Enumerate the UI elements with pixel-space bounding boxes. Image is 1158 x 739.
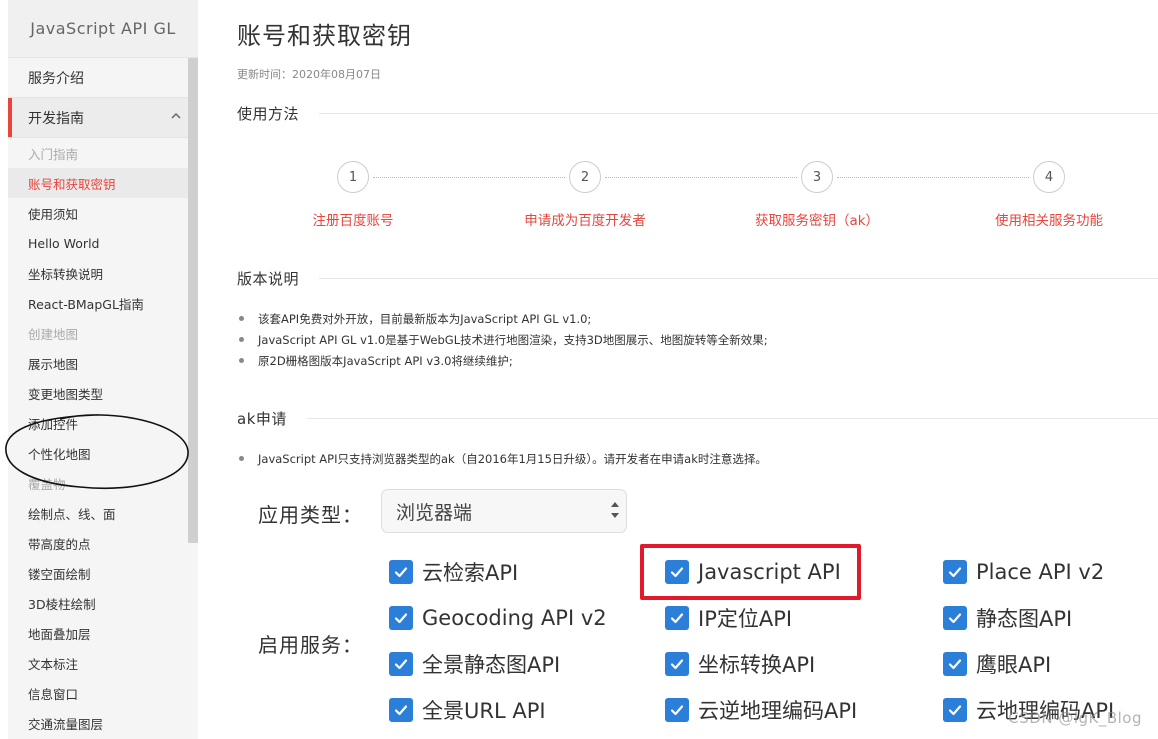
- sidebar-item[interactable]: 个性化地图: [8, 438, 198, 468]
- sidebar-item[interactable]: 交通流量图层: [8, 708, 198, 738]
- service-label: 云逆地理编码API: [698, 699, 858, 723]
- sidebar-item[interactable]: 绘制点、线、面: [8, 498, 198, 528]
- step-label[interactable]: 获取服务密钥（ak）: [717, 209, 917, 229]
- service-option[interactable]: 云逆地理编码API: [665, 695, 857, 725]
- sidebar-item[interactable]: 添加控件: [8, 408, 198, 438]
- app-type-select[interactable]: 浏览器端: [381, 489, 627, 533]
- sidebar-item[interactable]: Hello World: [8, 228, 198, 258]
- sidebar-items: 入门指南 账号和获取密钥 使用须知 Hello World 坐标转换说明 React-BM…: [8, 138, 198, 738]
- section-version-title: 版本说明: [237, 270, 300, 288]
- service-label: 静态图API: [976, 607, 1073, 631]
- chevron-up-icon[interactable]: [170, 110, 182, 126]
- step-label[interactable]: 注册百度账号: [253, 209, 453, 229]
- sidebar-group-dev-guide[interactable]: 开发指南: [8, 98, 198, 138]
- bullet-icon: [239, 316, 244, 321]
- step-number: 1: [337, 161, 369, 193]
- step-connector: [373, 177, 565, 178]
- section-version: 版本说明: [237, 268, 1158, 289]
- service-option[interactable]: IP定位API: [665, 603, 792, 633]
- sidebar-group-label: 开发指南: [28, 110, 84, 127]
- section-usage: 使用方法: [237, 103, 1158, 124]
- checkbox-checked-icon[interactable]: [389, 652, 413, 676]
- service-label: IP定位API: [698, 607, 793, 631]
- divider: [319, 278, 1158, 279]
- main-content: 账号和获取密钥 更新时间：2020年08月07日 使用方法 1 注册百度账号 2 申请…: [237, 0, 1158, 739]
- checkbox-checked-icon[interactable]: [943, 606, 967, 630]
- bullet-icon: [239, 358, 244, 363]
- bullet-icon: [239, 337, 244, 342]
- sidebar-item[interactable]: 3D棱柱绘制: [8, 588, 198, 618]
- service-label: Place API v2: [976, 560, 1105, 584]
- service-option[interactable]: 全景静态图API: [389, 649, 560, 679]
- sidebar-nav: JavaScript API GL 服务介绍 开发指南 入门指南 账号和获取密钥使…: [8, 0, 198, 739]
- sidebar-item[interactable]: 入门指南: [8, 138, 198, 168]
- app-type-value: 浏览器端: [396, 501, 473, 524]
- sidebar-item[interactable]: 创建地图: [8, 318, 198, 348]
- service-label: 鹰眼API: [976, 653, 1052, 677]
- sidebar-item[interactable]: 信息窗口: [8, 678, 198, 708]
- sidebar-item[interactable]: 地面叠加层: [8, 618, 198, 648]
- step-label[interactable]: 申请成为百度开发者: [485, 209, 685, 229]
- sidebar-item[interactable]: 覆盖物: [8, 468, 198, 498]
- sidebar-item[interactable]: 带高度的点: [8, 528, 198, 558]
- select-arrows-icon: [610, 499, 620, 521]
- step-number: 4: [1033, 161, 1065, 193]
- sidebar-item[interactable]: React-BMapGL指南: [8, 288, 198, 318]
- service-option[interactable]: 坐标转换API: [665, 649, 815, 679]
- sidebar-item[interactable]: 坐标转换说明: [8, 258, 198, 288]
- list-item: 该套API免费对外开放，目前最新版本为JavaScript API GL v1.…: [237, 308, 768, 329]
- step-connector: [605, 177, 797, 178]
- checkbox-checked-icon[interactable]: [389, 560, 413, 584]
- watermark: CSDN @lgK_Blog: [1008, 709, 1142, 727]
- page-title: 账号和获取密钥: [237, 22, 412, 50]
- list-item: JavaScript API GL v1.0是基于WebGL技术进行地图渲染，支…: [237, 329, 768, 350]
- section-usage-title: 使用方法: [237, 105, 300, 123]
- list-item: JavaScript API只支持浏览器类型的ak（自2016年1月15日升级）…: [237, 448, 767, 469]
- sidebar-item[interactable]: 变更地图类型: [8, 378, 198, 408]
- services-label: 启用服务：: [258, 633, 363, 657]
- bullet-icon: [239, 456, 244, 461]
- sidebar-logo[interactable]: JavaScript API GL: [8, 0, 198, 58]
- checkbox-checked-icon[interactable]: [665, 606, 689, 630]
- checkbox-checked-icon[interactable]: [943, 560, 967, 584]
- service-option[interactable]: Place API v2: [943, 557, 1104, 587]
- sidebar-item[interactable]: 账号和获取密钥: [8, 168, 198, 198]
- checkbox-checked-icon[interactable]: [389, 606, 413, 630]
- checkbox-checked-icon[interactable]: [389, 698, 413, 722]
- checkbox-checked-icon[interactable]: [665, 698, 689, 722]
- sidebar-item[interactable]: 展示地图: [8, 348, 198, 378]
- service-label: 云检索API: [422, 561, 519, 585]
- checkbox-checked-icon[interactable]: [943, 698, 967, 722]
- step-number: 3: [801, 161, 833, 193]
- step-connector: [837, 177, 1029, 178]
- divider: [306, 418, 1158, 419]
- service-option[interactable]: 静态图API: [943, 603, 1072, 633]
- service-label: Geocoding API v2: [422, 606, 607, 630]
- step-label[interactable]: 使用相关服务功能: [949, 209, 1149, 229]
- section-ak-title: ak申请: [237, 410, 287, 428]
- service-label: 全景静态图API: [422, 653, 561, 677]
- version-notes: 该套API免费对外开放，目前最新版本为JavaScript API GL v1.…: [237, 308, 768, 371]
- service-option[interactable]: 鹰眼API: [943, 649, 1051, 679]
- service-option[interactable]: 全景URL API: [389, 695, 546, 725]
- service-label: 坐标转换API: [698, 653, 816, 677]
- service-option[interactable]: Geocoding API v2: [389, 603, 607, 633]
- update-time: 更新时间：2020年08月07日: [237, 68, 381, 81]
- sidebar-scrollbar[interactable]: [188, 58, 198, 543]
- section-ak: ak申请: [237, 408, 1158, 429]
- list-item: 原2D栅格图版本JavaScript API v3.0将继续维护;: [237, 350, 768, 371]
- service-label: 全景URL API: [422, 699, 546, 723]
- sidebar-item[interactable]: 文本标注: [8, 648, 198, 678]
- highlight-annotation: [640, 544, 861, 600]
- step-number: 2: [569, 161, 601, 193]
- sidebar-group-service[interactable]: 服务介绍: [8, 58, 198, 98]
- checkbox-checked-icon[interactable]: [943, 652, 967, 676]
- divider: [319, 113, 1158, 114]
- service-option[interactable]: 云检索API: [389, 557, 518, 587]
- app-type-label: 应用类型：: [258, 503, 363, 527]
- sidebar-item[interactable]: 镂空面绘制: [8, 558, 198, 588]
- checkbox-checked-icon[interactable]: [665, 652, 689, 676]
- sidebar-item[interactable]: 使用须知: [8, 198, 198, 228]
- ak-notes: JavaScript API只支持浏览器类型的ak（自2016年1月15日升级）…: [237, 448, 767, 469]
